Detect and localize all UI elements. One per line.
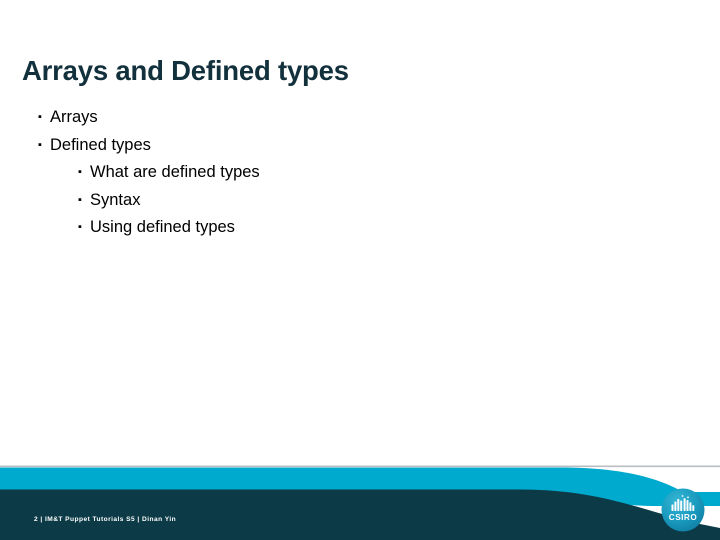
square-bullet-icon: ▪ bbox=[78, 221, 82, 233]
csiro-wordmark: CSIRO bbox=[669, 513, 698, 522]
slide-title: Arrays and Defined types bbox=[22, 55, 349, 86]
bullet-label: Defined types bbox=[50, 135, 151, 154]
bullet-item-defined-types: ▪ Defined types bbox=[0, 132, 660, 160]
csiro-logo-icon: CSIRO bbox=[661, 488, 705, 532]
bullet-item-what-are-defined-types: ▪ What are defined types bbox=[0, 159, 660, 187]
csiro-logo: CSIRO bbox=[660, 487, 706, 533]
slide-canvas: Arrays and Defined types ▪ Arrays ▪ Defi… bbox=[0, 0, 720, 540]
square-bullet-icon: ▪ bbox=[78, 193, 82, 206]
bullet-item-syntax: ▪ Syntax bbox=[0, 187, 660, 215]
square-bullet-icon: ▪ bbox=[38, 138, 42, 151]
square-bullet-icon: ▪ bbox=[78, 166, 82, 178]
footer-wave-graphic bbox=[0, 465, 720, 540]
bullet-label: Syntax bbox=[90, 190, 141, 209]
bullet-item-arrays: ▪ Arrays bbox=[0, 104, 660, 132]
footer-band: 2 | IM&T Puppet Tutorials S5 | Dinan Yin bbox=[0, 462, 720, 540]
bullet-label: Arrays bbox=[50, 108, 98, 126]
slide-body-list: ▪ Arrays ▪ Defined types ▪ What are defi… bbox=[0, 104, 660, 242]
bullet-label: What are defined types bbox=[90, 163, 260, 181]
footer-caption: 2 | IM&T Puppet Tutorials S5 | Dinan Yin bbox=[34, 516, 177, 523]
footer-divider-line bbox=[0, 465, 720, 468]
square-bullet-icon: ▪ bbox=[38, 111, 42, 123]
bullet-label: Using defined types bbox=[90, 218, 235, 236]
bullet-item-using-defined-types: ▪ Using defined types bbox=[0, 214, 660, 242]
